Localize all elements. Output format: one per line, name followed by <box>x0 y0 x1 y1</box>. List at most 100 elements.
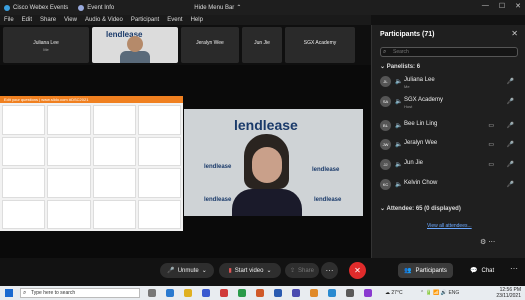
question-card <box>2 136 46 166</box>
attendees-section-header[interactable]: ⌄ Attendee: 65 (0 displayed) <box>380 205 461 212</box>
lendlease-logo: lendlease <box>204 197 232 203</box>
weather-icon: ☁ <box>385 290 390 296</box>
chevron-down-icon: ⌄ <box>201 268 207 274</box>
participant-row[interactable]: JW 🔈 Jeralyn Wee ▭ 🎤 <box>378 138 520 152</box>
close-window-button[interactable]: ✕ <box>515 2 521 10</box>
presenter-video[interactable]: lendlease lendlease lendlease lendlease … <box>184 109 363 216</box>
avatar: JJ <box>380 159 391 170</box>
lendlease-logo: lendlease <box>234 117 298 133</box>
menu-share[interactable]: Share <box>40 17 56 23</box>
video-tile-junjie[interactable]: Jun Jie <box>242 27 282 63</box>
leave-button[interactable]: ✕ <box>349 262 366 279</box>
speaker-body <box>120 51 150 63</box>
avatar: BL <box>380 120 391 131</box>
close-panel-button[interactable]: ✕ <box>511 29 518 38</box>
panel-options-icon[interactable]: ⚙ ⋯ <box>480 238 495 246</box>
audio-icon: 🔈 <box>395 142 403 148</box>
hide-menu-bar-button[interactable]: Hide Menu Bar ⌃ <box>194 4 241 12</box>
menu-audio-video[interactable]: Audio & Video <box>85 17 123 23</box>
menu-help[interactable]: Help <box>191 17 203 23</box>
windows-start-icon[interactable] <box>5 289 13 297</box>
mic-muted-icon: 🎤 <box>506 182 514 188</box>
menu-participant[interactable]: Participant <box>131 17 159 23</box>
question-card <box>92 168 136 198</box>
teams-icon[interactable] <box>292 289 300 297</box>
video-camera-icon: ▭ <box>488 142 494 148</box>
mic-muted-icon: 🎤 <box>167 268 175 274</box>
avatar: KC <box>380 179 391 190</box>
menu-bar: File Edit Share View Audio & Video Parti… <box>0 15 371 25</box>
video-tile-juliana[interactable]: Juliana Lee Me <box>3 27 89 63</box>
chrome-icon[interactable] <box>310 289 318 297</box>
participant-row[interactable]: JL 🔈 Juliana Lee Me 🎤 <box>378 75 520 89</box>
windows-taskbar: ⌕ Type here to search ☁ 27°C ⌃ 🔋 📶 🔊 ENG… <box>0 286 525 300</box>
view-all-attendees-link[interactable]: View all attendees... <box>427 223 472 229</box>
participant-row[interactable]: JJ 🔈 Jun Jie ▭ 🎤 <box>378 158 520 172</box>
menu-view[interactable]: View <box>64 17 77 23</box>
participant-row[interactable]: BL 🔈 Bee Lin Ling ▭ 🎤 <box>378 119 520 133</box>
event-info-button[interactable]: Event Info <box>78 4 114 11</box>
mail-icon[interactable] <box>202 289 210 297</box>
question-card <box>2 168 46 198</box>
more-options-button[interactable]: ··· <box>321 262 338 279</box>
participants-button[interactable]: 👥 Participants <box>398 263 453 278</box>
mic-muted-icon: 🎤 <box>506 162 514 168</box>
task-view-icon[interactable] <box>148 289 156 297</box>
chat-button[interactable]: 💬 Chat <box>464 263 501 278</box>
avatar: JW <box>380 139 391 150</box>
title-bar: Cisco Webex Events Event Info Hide Menu … <box>0 0 525 15</box>
share-button[interactable]: ⇪ Share <box>285 263 319 278</box>
question-card <box>47 136 91 166</box>
shared-screen[interactable]: Edit your questions | www.slido.com #DSC… <box>0 96 183 231</box>
webex-taskbar-icon[interactable] <box>328 289 336 297</box>
speaker-face <box>127 36 143 52</box>
presenter-face <box>252 147 282 183</box>
file-explorer-icon[interactable] <box>184 289 192 297</box>
excel-icon[interactable] <box>238 289 246 297</box>
start-video-button[interactable]: ▮ Start video ⌄ <box>219 263 281 278</box>
question-card <box>2 105 46 135</box>
menu-file[interactable]: File <box>4 17 14 23</box>
mic-muted-icon: 🎤 <box>506 123 514 129</box>
maximize-button[interactable]: ☐ <box>499 2 505 10</box>
question-grid <box>2 105 181 229</box>
weather-widget[interactable]: ☁ 27°C <box>385 290 403 296</box>
participant-search-input[interactable] <box>391 48 517 56</box>
minimize-button[interactable]: — <box>482 2 489 10</box>
audio-icon: 🔈 <box>395 99 403 105</box>
video-tile-sgx[interactable]: SGX Academy <box>285 27 355 63</box>
menu-edit[interactable]: Edit <box>22 17 32 23</box>
question-card <box>47 168 91 198</box>
chevron-down-icon: ⌄ <box>380 64 386 70</box>
video-tile-speaker[interactable]: lendlease <box>92 27 178 63</box>
panel-title: Participants (71) <box>380 31 435 38</box>
panelists-section-header[interactable]: ⌄ Panelists: 6 <box>380 63 420 70</box>
mic-muted-icon: 🎤 <box>506 99 514 105</box>
video-tile-jeralyn[interactable]: Jeralyn Wee <box>181 27 239 63</box>
participant-row[interactable]: SA 🔈 SGX Academy Host 🎤 <box>378 95 520 109</box>
more-panels-icon[interactable]: ⋯ <box>510 264 518 273</box>
avatar: JL <box>380 76 391 87</box>
clock[interactable]: 12:56 PM 23/11/2021 <box>496 287 521 299</box>
video-strip: Juliana Lee Me lendlease Jeralyn Wee Jun… <box>0 25 371 65</box>
audio-icon: 🔈 <box>395 79 403 85</box>
shared-screen-header: Edit your questions | www.slido.com #DSC… <box>0 96 183 103</box>
system-tray: ⌃ 🔋 📶 🔊 ENG <box>420 290 460 296</box>
app-icon[interactable] <box>220 289 228 297</box>
edge-icon[interactable] <box>166 289 174 297</box>
unmute-button[interactable]: 🎤 Unmute ⌄ <box>160 263 214 278</box>
powerpoint-icon[interactable] <box>256 289 264 297</box>
lendlease-logo: lendlease <box>312 167 340 173</box>
question-card <box>47 199 91 229</box>
mic-muted-icon: 🎤 <box>506 142 514 148</box>
participant-row[interactable]: KC 🔈 Kelvin Chow 🎤 <box>378 178 520 192</box>
app-icon[interactable] <box>346 289 354 297</box>
search-icon: ⌕ <box>23 290 27 296</box>
menu-event[interactable]: Event <box>167 17 182 23</box>
word-icon[interactable] <box>274 289 282 297</box>
app-icon[interactable] <box>364 289 372 297</box>
taskbar-search[interactable]: ⌕ Type here to search <box>20 288 140 298</box>
chevron-down-icon: ⌄ <box>380 206 386 212</box>
avatar: SA <box>380 96 391 107</box>
participant-search[interactable]: ⌕ <box>380 47 518 57</box>
